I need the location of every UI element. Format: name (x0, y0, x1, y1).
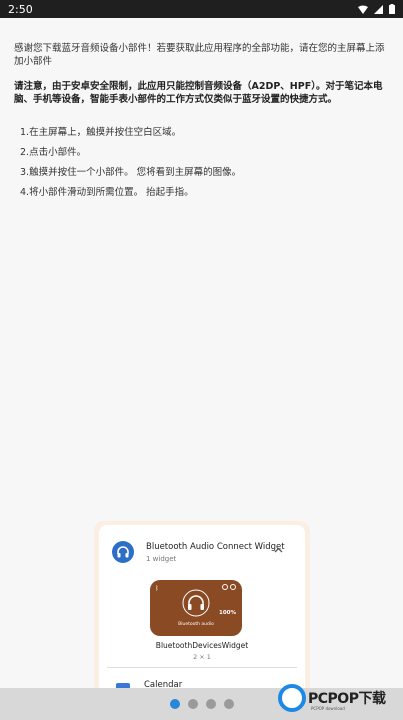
step-item: 3.触摸并按住一个小部件。 您将看到主屏幕的图像。 (20, 167, 242, 178)
settings-icon (230, 584, 236, 590)
wifi-icon (358, 5, 368, 14)
watermark: PCPOP下载 PCPOP download (278, 682, 402, 720)
cellular-signal-icon (374, 4, 383, 14)
refresh-icon (222, 584, 228, 590)
widget-app-name: Bluetooth Audio Connect Widget (146, 542, 285, 552)
watermark-subtext: PCPOP download (311, 706, 345, 711)
status-time: 2:50 (8, 2, 33, 16)
page-dot[interactable] (188, 699, 198, 709)
widget-name: BluetoothDevicesWidget (155, 641, 249, 650)
page-dot[interactable] (206, 699, 216, 709)
page-indicator (170, 699, 234, 709)
watermark-logo-icon (278, 684, 306, 712)
watermark-text: PCPOP下载 (308, 691, 386, 707)
step-item: 1.在主屏幕上，触摸并按住空白区域。 (20, 127, 182, 138)
widget-device-label: Bluetooth audio (178, 622, 214, 627)
widget-size: 2 × 1 (193, 653, 211, 661)
widget-action-icons (222, 584, 236, 590)
headphones-icon (182, 589, 210, 617)
widget-app-count: 1 widget (146, 555, 177, 563)
notice-text: 请注意，由于安卓安全限制，此应用只能控制音频设备（A2DP、HPF）。对于笔记本… (14, 81, 383, 105)
widget-battery-level: 100% (219, 610, 236, 616)
step-item: 4.将小部件滑动到所需位置。 抬起手指。 (20, 187, 194, 198)
widget-picker-card: Bluetooth Audio Connect Widget 1 widget … (99, 525, 305, 711)
step-item: 2.点击小部件。 (20, 147, 87, 158)
intro-text: 感谢您下载蓝牙音频设备小部件！若要获取此应用程序的全部功能，请在您的主屏幕上添加… (14, 43, 385, 67)
steps-list: 1.在主屏幕上，触摸并按住空白区域。 2.点击小部件。 3.触摸并按住一个小部件… (20, 126, 389, 199)
page-dot[interactable] (224, 699, 234, 709)
widget-app-row[interactable]: Bluetooth Audio Connect Widget 1 widget (112, 537, 295, 569)
page-dot-active[interactable] (170, 699, 180, 709)
app-headphones-icon (112, 541, 134, 563)
status-bar: 2:50 (0, 0, 403, 18)
instructions-panel: 感谢您下载蓝牙音频设备小部件！若要获取此应用程序的全部功能，请在您的主屏幕上添加… (14, 42, 389, 206)
battery-icon (389, 4, 395, 14)
status-icons (358, 4, 395, 14)
divider (107, 667, 297, 668)
bluetooth-icon: ᛒ (155, 585, 159, 592)
bluetooth-widget-preview[interactable]: ᛒ 100% Bluetooth audio (150, 580, 242, 636)
chevron-up-icon[interactable] (274, 547, 283, 553)
